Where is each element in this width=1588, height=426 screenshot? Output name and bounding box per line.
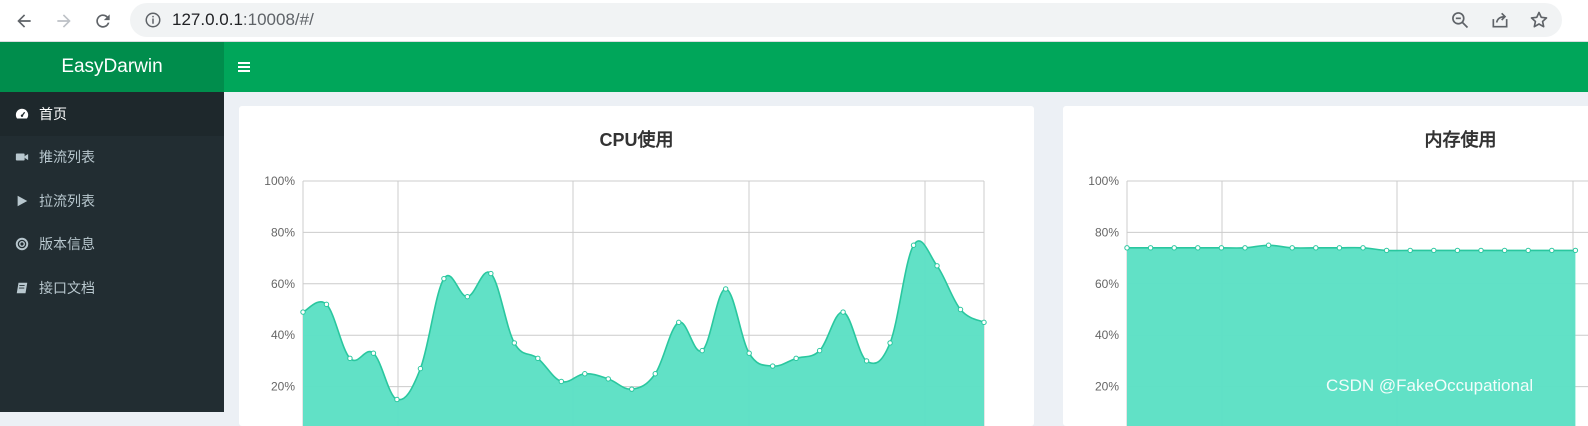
data-point[interactable] [323, 301, 330, 308]
data-point[interactable] [1454, 247, 1461, 254]
life-ring-icon [15, 237, 29, 251]
data-point[interactable] [1431, 247, 1437, 254]
share-icon[interactable] [1490, 10, 1510, 30]
data-point[interactable] [535, 355, 541, 362]
data-point[interactable] [488, 270, 494, 277]
data-point[interactable] [1360, 245, 1366, 251]
sidebar: 首页 推流列表 拉流列表 版本信息 接口文档 [0, 92, 224, 412]
data-point[interactable] [981, 319, 987, 326]
data-point[interactable] [1218, 245, 1225, 251]
sidebar-item-push-list[interactable]: 推流列表 [0, 136, 224, 180]
y-tick-label: 40% [1095, 328, 1119, 342]
y-tick-label: 60% [1095, 277, 1119, 291]
reload-icon [96, 14, 110, 28]
y-tick-label: 100% [264, 174, 295, 188]
sidebar-item-label: 拉流列表 [39, 192, 95, 209]
address-bar[interactable]: 127.0.0.1:10008/#/ [130, 3, 1562, 37]
data-point[interactable] [300, 309, 306, 315]
data-point[interactable] [957, 306, 964, 313]
data-point[interactable] [840, 309, 846, 315]
data-point[interactable] [464, 293, 471, 300]
data-point[interactable] [1501, 247, 1508, 254]
data-point[interactable] [582, 371, 588, 377]
data-point[interactable] [370, 350, 377, 356]
browser-toolbar: 127.0.0.1:10008/#/ [0, 0, 1588, 42]
forward-button[interactable] [50, 7, 78, 35]
series-area [1127, 245, 1576, 426]
data-point[interactable] [1124, 245, 1130, 251]
sidebar-item-label: 推流列表 [39, 149, 95, 166]
data-point[interactable] [1572, 247, 1579, 254]
arrow-right-icon [57, 14, 71, 28]
data-point[interactable] [652, 371, 658, 377]
data-point[interactable] [699, 347, 705, 354]
sidebar-item-label: 首页 [39, 105, 67, 122]
url-host: 127.0.0.1 [172, 10, 243, 29]
url-path: :10008/#/ [242, 10, 314, 29]
app-header: EasyDarwin [0, 42, 1588, 92]
y-tick-label: 40% [271, 328, 295, 342]
reload-button[interactable] [89, 7, 117, 35]
data-point[interactable] [1147, 245, 1154, 251]
sidebar-item-label: 接口文档 [39, 279, 95, 296]
data-point[interactable] [347, 355, 353, 362]
sidebar-item-version[interactable]: 版本信息 [0, 223, 224, 267]
data-point[interactable] [934, 263, 940, 269]
data-point[interactable] [1336, 245, 1343, 251]
zoom-icon[interactable] [1450, 10, 1470, 30]
star-icon[interactable] [1529, 10, 1549, 30]
url-text: 127.0.0.1:10008/#/ [172, 10, 314, 30]
logo[interactable]: EasyDarwin [0, 42, 224, 92]
book-icon [15, 281, 29, 295]
data-point[interactable] [676, 319, 682, 326]
watermark: CSDN @FakeOccupational [1326, 376, 1534, 395]
cpu-chart-box: CPU使用 100% 80% 60% 40% 20% [239, 106, 1034, 426]
data-point[interactable] [769, 363, 776, 369]
arrow-left-icon [17, 14, 31, 28]
data-point[interactable] [887, 340, 893, 346]
data-point[interactable] [746, 350, 752, 356]
sidebar-item-api-docs[interactable]: 接口文档 [0, 266, 224, 310]
data-point[interactable] [1195, 245, 1201, 251]
data-point[interactable] [793, 355, 799, 362]
data-point[interactable] [1171, 245, 1177, 251]
info-icon [145, 12, 161, 28]
cpu-usage-chart: 100% 80% 60% 40% 20% [264, 174, 987, 426]
data-point[interactable] [629, 386, 635, 392]
y-tick-label: 20% [1095, 380, 1119, 394]
data-point[interactable] [1383, 247, 1390, 254]
data-point[interactable] [910, 242, 917, 248]
video-camera-icon [15, 150, 29, 164]
play-icon [15, 194, 29, 208]
dashboard-icon [15, 107, 29, 121]
data-point[interactable] [1525, 247, 1531, 254]
data-point[interactable] [1549, 247, 1555, 254]
data-point[interactable] [394, 396, 400, 403]
y-tick-label: 20% [271, 380, 295, 394]
data-point[interactable] [816, 347, 823, 354]
data-point[interactable] [1265, 242, 1272, 248]
data-point[interactable] [722, 286, 729, 292]
y-tick-label: 80% [1095, 225, 1119, 239]
sidebar-item-label: 版本信息 [39, 236, 95, 253]
data-point[interactable] [1478, 247, 1484, 254]
sidebar-item-pull-list[interactable]: 拉流列表 [0, 179, 224, 223]
data-point[interactable] [1313, 245, 1319, 251]
data-point[interactable] [1242, 245, 1248, 251]
y-tick-label: 60% [271, 277, 295, 291]
data-point[interactable] [605, 376, 611, 382]
data-point[interactable] [511, 340, 518, 346]
data-point[interactable] [1289, 245, 1295, 251]
data-point[interactable] [441, 275, 447, 282]
data-point[interactable] [1407, 247, 1413, 254]
y-tick-label: 80% [271, 225, 295, 239]
data-point[interactable] [863, 358, 870, 364]
back-button[interactable] [10, 7, 38, 35]
data-point[interactable] [558, 378, 565, 385]
sidebar-item-home[interactable]: 首页 [0, 92, 224, 136]
data-point[interactable] [417, 365, 424, 372]
hamburger-menu-icon[interactable] [236, 58, 254, 76]
y-tick-label: 100% [1088, 174, 1119, 188]
